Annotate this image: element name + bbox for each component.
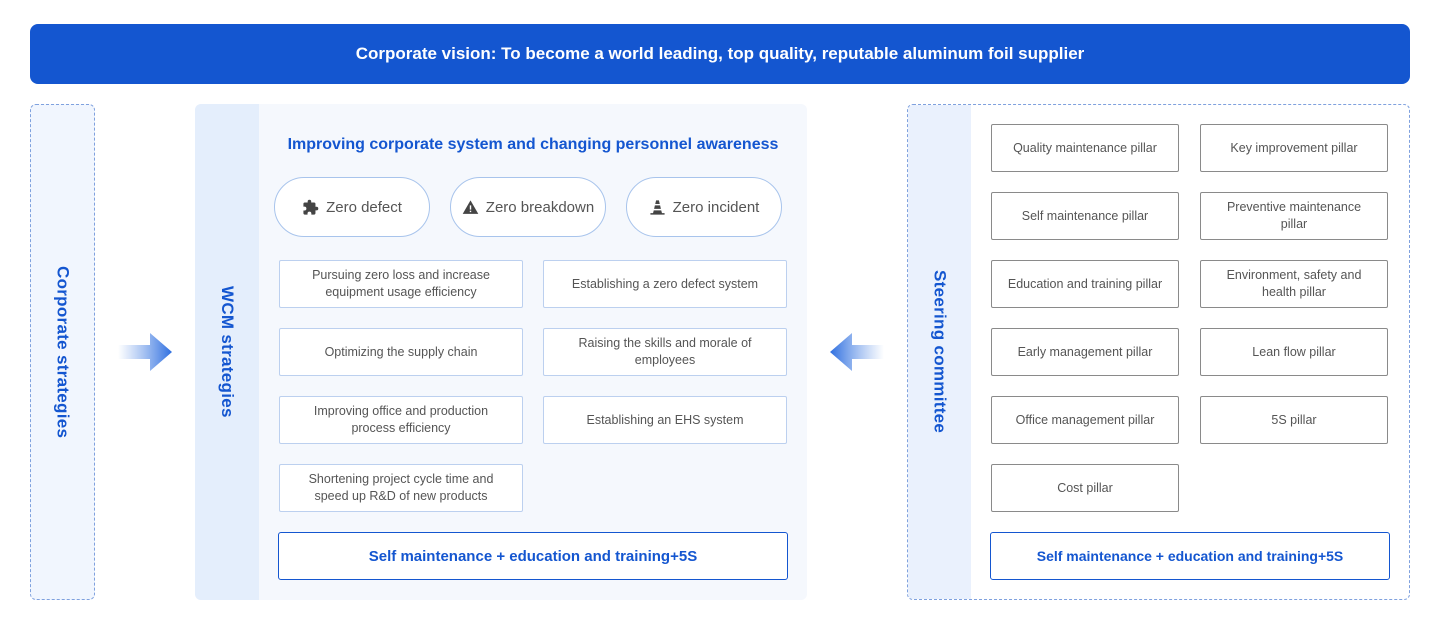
zero-defect-pill: Zero defect xyxy=(274,177,430,237)
arrow-right-icon xyxy=(118,333,172,371)
wcm-foundation-bar: Self maintenance + education and trainin… xyxy=(278,532,788,580)
zero-breakdown-label: Zero breakdown xyxy=(485,198,595,216)
wcm-strategies-label: WCM strategies xyxy=(218,286,237,418)
zero-defect-label: Zero defect xyxy=(326,198,402,216)
objective-box: Optimizing the supply chain xyxy=(279,328,523,376)
puzzle-icon xyxy=(303,199,319,215)
corporate-vision-banner: Corporate vision: To become a world lead… xyxy=(30,24,1410,84)
zero-incident-pill: Zero incident xyxy=(626,177,782,237)
corporate-strategies-box: Corporate strategies xyxy=(30,104,95,600)
pillar-box: Cost pillar xyxy=(991,464,1179,512)
objective-box: Raising the skills and morale of employe… xyxy=(543,328,787,376)
pillar-box: Early management pillar xyxy=(991,328,1179,376)
pillar-box: Self maintenance pillar xyxy=(991,192,1179,240)
pillar-box: Environment, safety and health pillar xyxy=(1200,260,1388,308)
pillar-box: Office management pillar xyxy=(991,396,1179,444)
corporate-strategies-label: Corporate strategies xyxy=(53,265,73,439)
zero-incident-label: Zero incident xyxy=(672,198,760,216)
pillar-box: 5S pillar xyxy=(1200,396,1388,444)
steering-foundation-bar: Self maintenance + education and trainin… xyxy=(990,532,1390,580)
wcm-strategies-sidebar: WCM strategies xyxy=(195,104,259,600)
steering-committee-sidebar: Steering committee xyxy=(908,105,971,599)
pillar-box: Education and training pillar xyxy=(991,260,1179,308)
objective-box: Improving office and production process … xyxy=(279,396,523,444)
wcm-strategies-panel: WCM strategies Improving corporate syste… xyxy=(195,104,807,600)
warning-icon xyxy=(462,199,479,214)
objective-box: Shortening project cycle time and speed … xyxy=(279,464,523,512)
pillar-box: Lean flow pillar xyxy=(1200,328,1388,376)
arrow-left-icon xyxy=(830,333,884,371)
traffic-cone-icon xyxy=(650,199,665,215)
zero-breakdown-pill: Zero breakdown xyxy=(450,177,606,237)
objective-box: Establishing a zero defect system xyxy=(543,260,787,308)
pillar-box: Quality maintenance pillar xyxy=(991,124,1179,172)
wcm-title: Improving corporate system and changing … xyxy=(287,136,779,153)
objective-box: Pursuing zero loss and increase equipmen… xyxy=(279,260,523,308)
pillar-box: Preventive maintenance pillar xyxy=(1200,192,1388,240)
objective-box: Establishing an EHS system xyxy=(543,396,787,444)
steering-committee-label: Steering committee xyxy=(930,270,950,434)
steering-committee-panel: Steering committee Quality maintenance p… xyxy=(907,104,1410,600)
pillar-box: Key improvement pillar xyxy=(1200,124,1388,172)
